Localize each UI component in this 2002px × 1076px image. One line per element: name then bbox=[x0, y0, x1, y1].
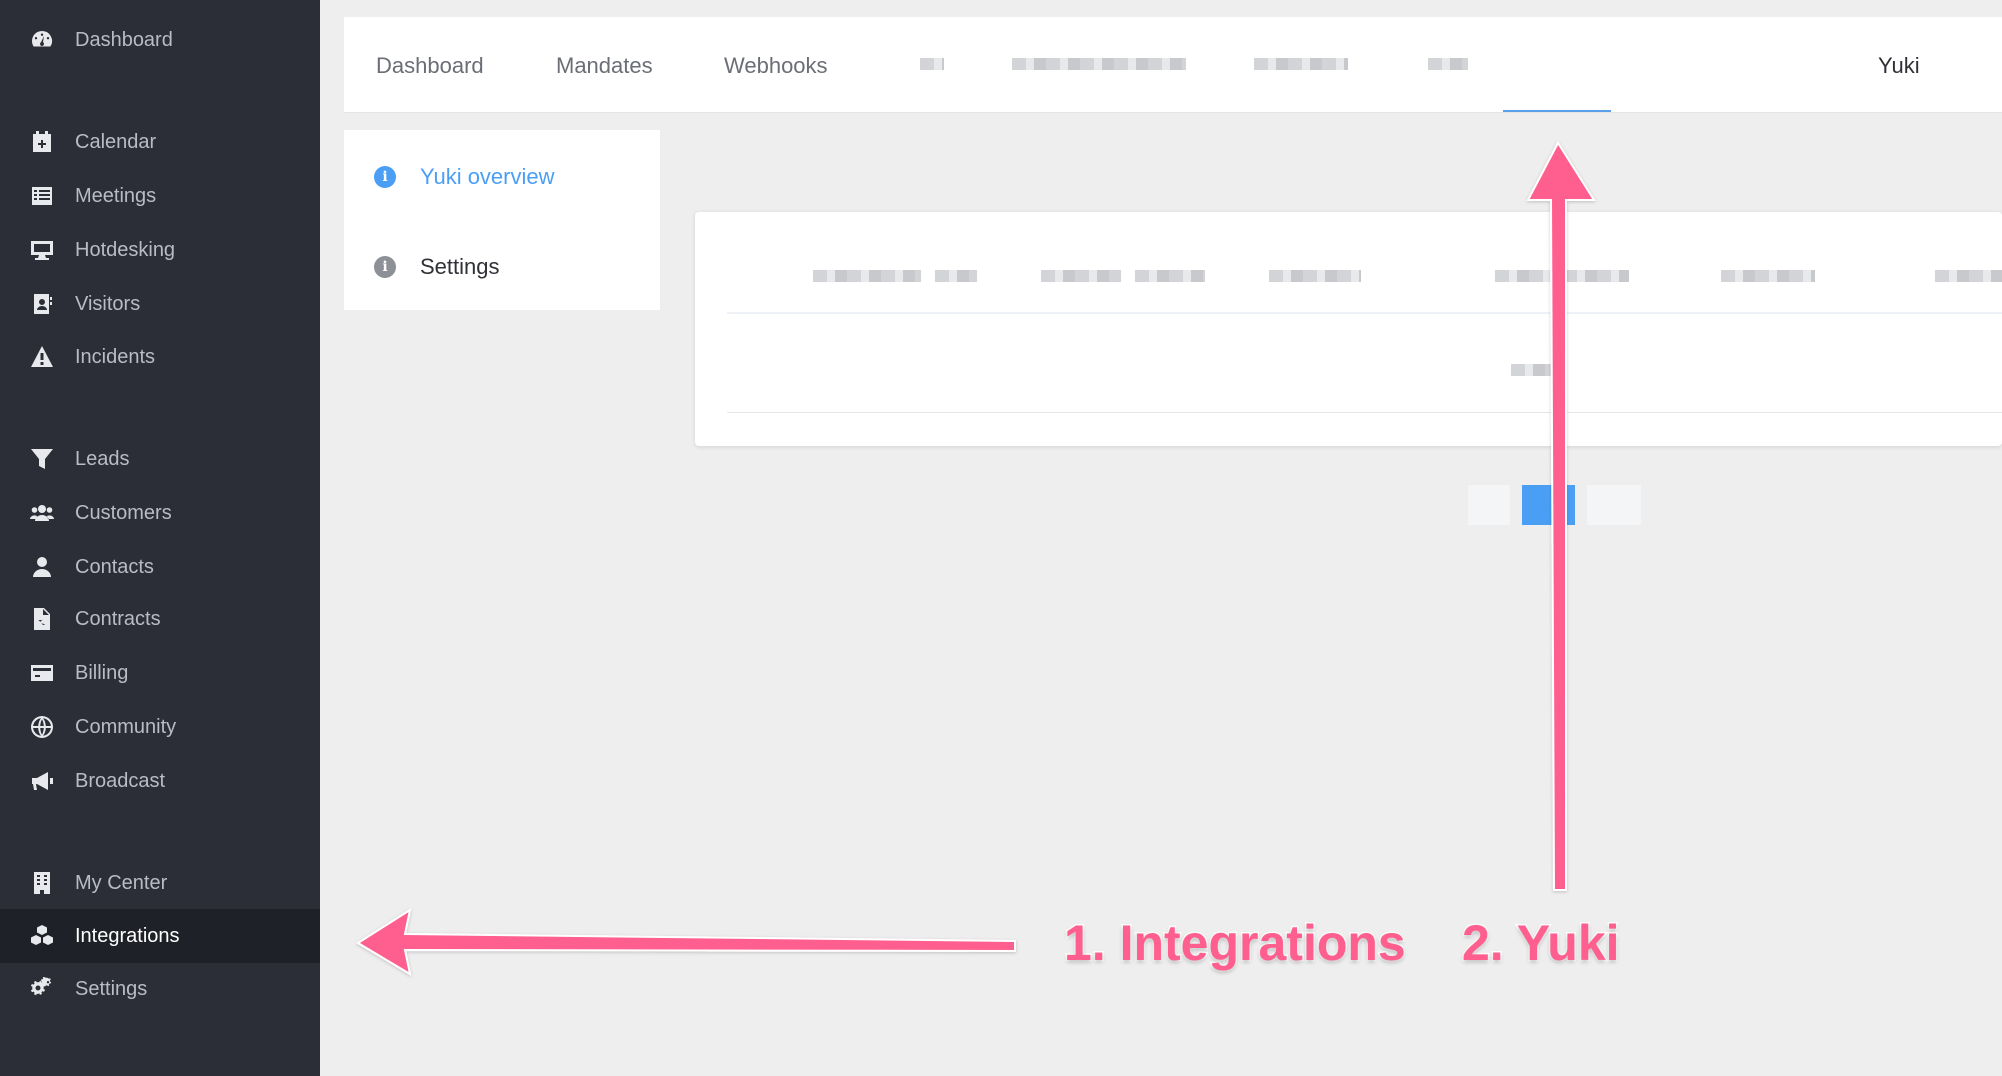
funnel-icon bbox=[29, 446, 55, 472]
sidebar-item-label: Calendar bbox=[75, 130, 157, 153]
pagination-current-page[interactable] bbox=[1522, 485, 1575, 525]
sidebar-item-label: Leads bbox=[75, 447, 130, 470]
sidebar-item-label: Community bbox=[75, 715, 177, 738]
sidebar: Dashboard Calendar Meetings Hotdesking V… bbox=[0, 0, 320, 1076]
tab-webhooks[interactable]: Webhooks bbox=[724, 53, 828, 79]
sidebar-item-label: Billing bbox=[75, 661, 129, 684]
sidebar-item-billing[interactable]: Billing bbox=[0, 646, 320, 700]
yuki-overview-table bbox=[695, 212, 2002, 446]
sidebar-item-integrations[interactable]: Integrations bbox=[0, 909, 320, 963]
submenu-settings[interactable]: i Settings bbox=[374, 254, 500, 280]
sidebar-item-hotdesking[interactable]: Hotdesking bbox=[0, 223, 320, 277]
table-divider bbox=[727, 412, 2002, 413]
info-icon: i bbox=[374, 256, 396, 278]
sidebar-item-leads[interactable]: Leads bbox=[0, 432, 320, 486]
sidebar-item-community[interactable]: Community bbox=[0, 700, 320, 754]
info-icon: i bbox=[374, 166, 396, 188]
sidebar-item-label: My Center bbox=[75, 871, 168, 894]
sidebar-item-customers[interactable]: Customers bbox=[0, 486, 320, 540]
megaphone-icon bbox=[29, 768, 55, 794]
submenu-label: Settings bbox=[420, 254, 500, 279]
sidebar-item-contracts[interactable]: Contracts bbox=[0, 592, 320, 646]
sidebar-item-label: Integrations bbox=[75, 924, 180, 947]
sidebar-item-label: Broadcast bbox=[75, 769, 166, 792]
submenu-label: Yuki overview bbox=[420, 164, 555, 189]
address-book-icon bbox=[29, 291, 55, 317]
table-header-cell bbox=[935, 270, 977, 282]
sidebar-item-incidents[interactable]: Incidents bbox=[0, 330, 320, 384]
sidebar-item-dashboard[interactable]: Dashboard bbox=[0, 13, 320, 67]
redacted-tab[interactable] bbox=[920, 58, 944, 70]
pagination-prev-button[interactable] bbox=[1468, 485, 1510, 525]
table-divider bbox=[727, 312, 2002, 314]
submenu-yuki-overview[interactable]: i Yuki overview bbox=[374, 164, 555, 190]
arrow-to-integrations bbox=[356, 907, 1016, 977]
sidebar-item-settings[interactable]: Settings bbox=[0, 962, 320, 1016]
tab-dashboard[interactable]: Dashboard bbox=[376, 53, 484, 79]
table-header-cell bbox=[1935, 270, 2002, 282]
cubes-icon bbox=[29, 923, 55, 949]
sidebar-item-label: Customers bbox=[75, 501, 172, 524]
sidebar-item-label: Contacts bbox=[75, 555, 154, 578]
redacted-tab[interactable] bbox=[1428, 58, 1468, 70]
yuki-submenu: i Yuki overview i Settings bbox=[344, 130, 660, 310]
sidebar-item-label: Incidents bbox=[75, 345, 156, 368]
credit-card-icon bbox=[29, 660, 55, 686]
table-header-cell bbox=[1721, 270, 1815, 282]
warning-icon bbox=[29, 344, 55, 370]
list-icon bbox=[29, 183, 55, 209]
sidebar-item-label: Visitors bbox=[75, 292, 141, 315]
sidebar-item-visitors[interactable]: Visitors bbox=[0, 277, 320, 331]
table-header-cell bbox=[1269, 270, 1361, 282]
sidebar-item-my-center[interactable]: My Center bbox=[0, 856, 320, 910]
table-empty-cell bbox=[1511, 364, 1553, 376]
dashboard-gauge-icon bbox=[29, 27, 55, 53]
tab-yuki[interactable]: Yuki bbox=[1878, 53, 1920, 79]
table-header-cell bbox=[1135, 270, 1205, 282]
sidebar-item-broadcast[interactable]: Broadcast bbox=[0, 754, 320, 808]
sidebar-item-label: Meetings bbox=[75, 184, 157, 207]
sidebar-item-label: Dashboard bbox=[75, 28, 173, 51]
globe-icon bbox=[29, 714, 55, 740]
table-header-cell bbox=[813, 270, 921, 282]
user-icon bbox=[29, 554, 55, 580]
users-icon bbox=[29, 500, 55, 526]
cogs-icon bbox=[29, 976, 55, 1002]
annotation-step-1: 1. Integrations bbox=[1063, 914, 1408, 973]
tab-mandates[interactable]: Mandates bbox=[556, 53, 653, 79]
building-icon bbox=[29, 870, 55, 896]
sidebar-item-label: Settings bbox=[75, 977, 148, 1000]
table-header-cell bbox=[1041, 270, 1121, 282]
top-tab-bar: Dashboard Mandates Webhooks Yuki bbox=[344, 17, 2002, 113]
calendar-plus-icon bbox=[29, 129, 55, 155]
sidebar-item-contacts[interactable]: Contacts bbox=[0, 540, 320, 594]
redacted-tab[interactable] bbox=[1254, 58, 1348, 70]
sidebar-item-meetings[interactable]: Meetings bbox=[0, 169, 320, 223]
annotation-step-2: 2. Yuki bbox=[1461, 914, 1622, 973]
table-header-cell bbox=[1495, 270, 1629, 282]
file-pdf-icon bbox=[29, 606, 55, 632]
sidebar-item-label: Contracts bbox=[75, 607, 161, 630]
sidebar-item-calendar[interactable]: Calendar bbox=[0, 115, 320, 169]
desktop-icon bbox=[29, 237, 55, 263]
redacted-tab[interactable] bbox=[1012, 58, 1186, 70]
active-tab-indicator bbox=[1503, 110, 1611, 112]
sidebar-item-label: Hotdesking bbox=[75, 238, 176, 261]
pagination-next-button[interactable] bbox=[1587, 485, 1641, 525]
